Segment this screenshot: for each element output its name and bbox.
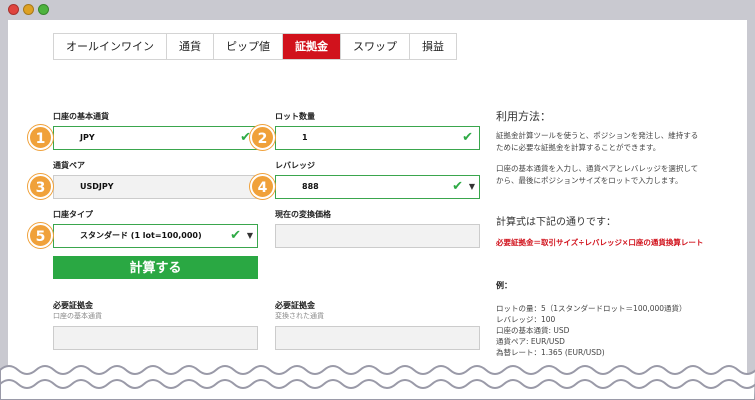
step-badge-5: 5: [28, 223, 53, 248]
chevron-down-icon: ▼: [468, 182, 475, 191]
example-title: 例：: [496, 281, 512, 290]
account-type-label: 口座タイプ: [53, 210, 93, 219]
leverage-label: レバレッジ: [275, 161, 315, 170]
margin-converted-sublabel: 変換された通貨: [275, 312, 324, 320]
tab-currency[interactable]: 通貨: [167, 34, 214, 59]
margin-base-result: [53, 326, 258, 350]
currency-pair-input[interactable]: USDJPY: [53, 175, 258, 199]
tab-pip-value[interactable]: ピップ値: [214, 34, 283, 59]
check-icon: ✔: [462, 130, 473, 145]
lot-label: ロット数量: [275, 112, 315, 121]
account-type-select[interactable]: スタンダード (1 lot=100,000) ✔ ▼: [53, 224, 258, 248]
currency-pair-label: 通貨ペア: [53, 161, 85, 170]
example-list: ロットの量：5（1スタンダードロット＝100,000通貨） レバレッジ：100 …: [496, 303, 687, 358]
leverage-select[interactable]: 888 ✔ ▼: [275, 175, 480, 199]
usage-paragraph-2: 口座の基本通貨を入力し、通貨ペアとレバレッジを選択してから、最後にポジションサイ…: [496, 164, 699, 185]
usage-title: 利用方法：: [496, 110, 551, 123]
account-type-value: スタンダード (1 lot=100,000): [80, 231, 202, 240]
chevron-down-icon: ▼: [246, 231, 253, 240]
base-currency-input[interactable]: JPY ✔: [53, 126, 258, 150]
step-badge-3: 3: [28, 174, 53, 199]
conversion-rate-label: 現在の変換価格: [275, 210, 331, 219]
tab-all-in-one[interactable]: オールインワイン: [54, 34, 167, 59]
step-badge-1: 1: [28, 125, 53, 150]
margin-converted-label: 必要証拠金: [275, 301, 315, 310]
lot-value: 1: [302, 133, 308, 142]
tab-margin[interactable]: 証拠金: [283, 34, 341, 59]
usage-paragraph-1: 証拠金計算ツールを使うと、ポジションを発注し、維持するために必要な証拠金を計算す…: [496, 131, 699, 152]
tab-swap[interactable]: スワップ: [341, 34, 410, 59]
minimize-window-icon[interactable]: [23, 4, 34, 15]
formula-title: 計算式は下記の通りです：: [496, 217, 616, 228]
margin-base-sublabel: 口座の基本通貨: [53, 312, 102, 320]
conversion-rate-field: [275, 224, 480, 248]
close-window-icon[interactable]: [8, 4, 19, 15]
margin-base-label: 必要証拠金: [53, 301, 93, 310]
browser-window: オールインワイン 通貨 ピップ値 証拠金 スワップ 損益 口座の基本通貨 JPY…: [0, 0, 755, 400]
base-currency-value: JPY: [80, 133, 95, 142]
check-icon: ✔: [452, 179, 463, 194]
example-line: 通貨ペア: EUR/USD: [496, 337, 565, 346]
check-icon: ✔: [230, 228, 241, 243]
example-line: レバレッジ：100: [496, 315, 556, 324]
currency-pair-value: USDJPY: [80, 182, 114, 191]
torn-edge-wave: [0, 365, 755, 400]
calculator-tabs: オールインワイン 通貨 ピップ値 証拠金 スワップ 損益: [53, 33, 457, 60]
maximize-window-icon[interactable]: [38, 4, 49, 15]
calculate-button[interactable]: 計算する: [53, 256, 258, 279]
leverage-value: 888: [302, 182, 319, 191]
margin-converted-result: [275, 326, 480, 350]
example-line: 為替レート：1.365 (EUR/USD): [496, 348, 605, 357]
example-line: 口座の基本通貨: USD: [496, 326, 570, 335]
lot-input[interactable]: 1 ✔: [275, 126, 480, 150]
tab-profit-loss[interactable]: 損益: [410, 34, 457, 59]
step-badge-4: 4: [250, 174, 275, 199]
step-badge-2: 2: [250, 125, 275, 150]
page-content: オールインワイン 通貨 ピップ値 証拠金 スワップ 損益 口座の基本通貨 JPY…: [8, 20, 747, 400]
formula-text: 必要証拠金＝取引サイズ÷レバレッジ×口座の通貨換算レート: [496, 238, 704, 247]
base-currency-label: 口座の基本通貨: [53, 112, 109, 121]
title-bar: [0, 0, 755, 20]
example-line: ロットの量：5（1スタンダードロット＝100,000通貨）: [496, 304, 687, 313]
